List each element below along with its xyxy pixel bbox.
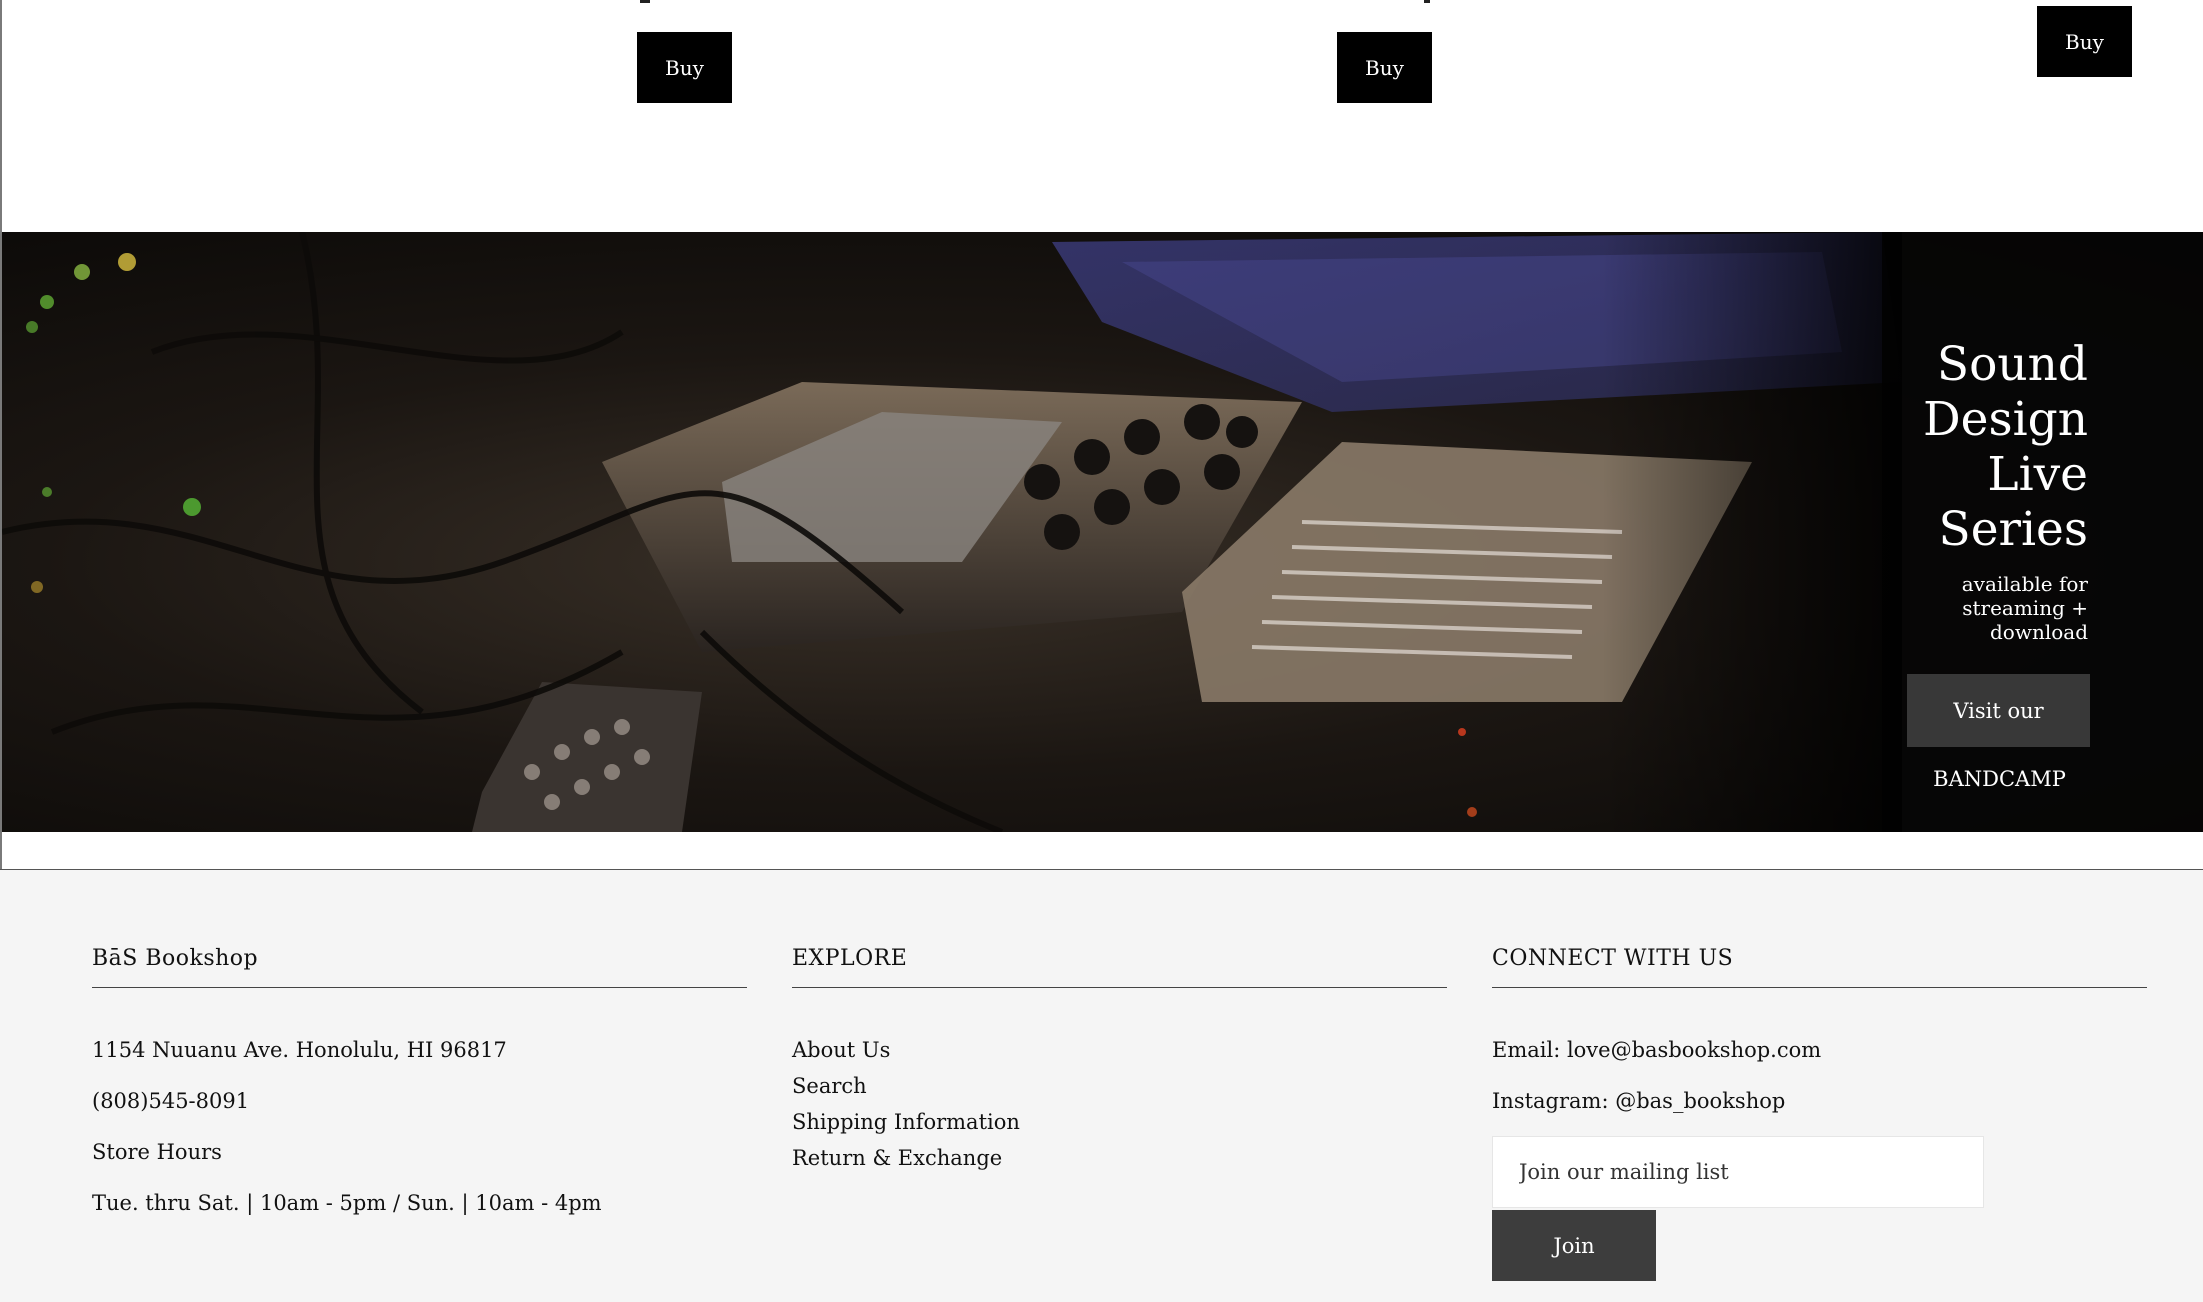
footer-heading-shop: BāS Bookshop [92,946,259,971]
banner-title-line: Design [1922,392,2088,447]
footer-heading-explore: EXPLORE [792,946,908,971]
footer-heading-rule [92,987,747,988]
banner-subtitle-line: streaming + [1962,596,2088,620]
footer-heading-rule [1492,987,2147,988]
buy-button[interactable]: Buy [1337,32,1432,103]
banner-title-line: Live [1987,447,2088,502]
banner-title-line: Series [1938,502,2088,557]
sound-design-banner: Sound Design Live Series available for s… [2,232,2203,832]
banner-subtitle: available for streaming + download [1928,572,2088,644]
site-footer: BāS Bookshop 1154 Nuuanu Ave. Honolulu, … [0,870,2203,1302]
banner-subtitle-line: download [1989,620,2088,644]
bandcamp-link[interactable]: BANDCAMP [1902,767,2097,791]
join-button[interactable]: Join [1492,1210,1656,1281]
product-text-fragment [1424,0,1430,3]
banner-title: Sound Design Live Series [1808,337,2088,557]
footer-heading-connect: CONNECT WITH US [1492,946,1734,971]
footer-link-returns[interactable]: Return & Exchange [792,1146,1002,1170]
banner-title-line: Sound [1936,337,2088,392]
banner-subtitle-line: available for [1961,572,2088,596]
footer-heading-rule [792,987,1447,988]
buy-button[interactable]: Buy [2037,6,2132,77]
mailing-list-input[interactable] [1492,1136,1984,1208]
contact-instagram[interactable]: Instagram: @bas_bookshop [1492,1089,1785,1113]
visit-bandcamp-button[interactable]: Visit our [1907,674,2090,747]
footer-link-about-us[interactable]: About Us [792,1038,890,1062]
buy-button[interactable]: Buy [637,32,732,103]
footer-link-search[interactable]: Search [792,1074,867,1098]
store-phone: (808)545-8091 [92,1089,250,1113]
store-hours-label: Store Hours [92,1140,222,1164]
footer-link-shipping[interactable]: Shipping Information [792,1110,1020,1134]
store-hours: Tue. thru Sat. | 10am - 5pm / Sun. | 10a… [92,1191,602,1215]
store-address: 1154 Nuuanu Ave. Honolulu, HI 96817 [92,1038,507,1062]
contact-email[interactable]: Email: love@basbookshop.com [1492,1038,1821,1062]
product-text-fragment [640,0,650,3]
